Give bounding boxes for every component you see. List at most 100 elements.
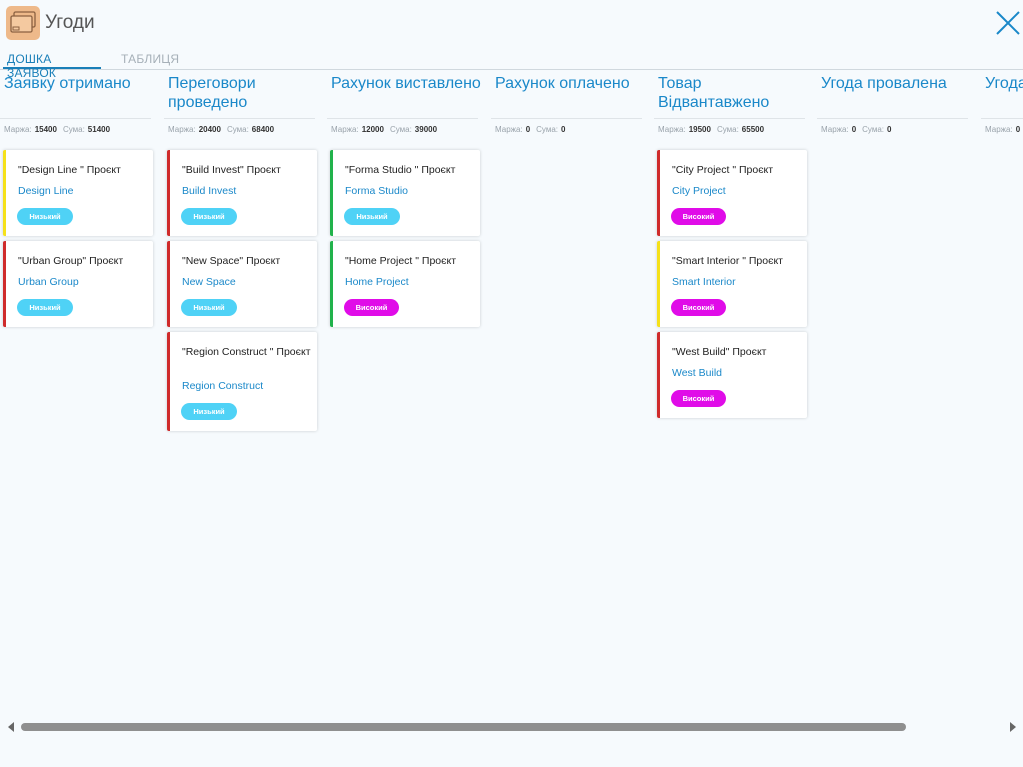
margin-label: Маржа: — [495, 125, 523, 134]
margin-value: 15400 — [34, 125, 57, 134]
scrollbar-thumb[interactable] — [21, 723, 906, 731]
deal-card[interactable]: "West Build" Проєкт West Build Високий — [657, 332, 807, 418]
card-company-link[interactable]: Forma Studio — [345, 185, 408, 197]
card-company-link[interactable]: Design Line — [18, 185, 73, 197]
priority-badge[interactable]: Низький — [17, 299, 73, 316]
horizontal-scrollbar[interactable] — [0, 716, 1023, 740]
margin-label: Маржа: — [658, 125, 686, 134]
column-divider — [327, 118, 478, 119]
margin-label: Маржа: — [821, 125, 849, 134]
page-title: Угоди — [45, 12, 95, 33]
column-title: Заявку отримано — [4, 75, 131, 92]
card-company-link[interactable]: Urban Group — [18, 276, 79, 288]
column-divider — [981, 118, 1023, 119]
column-title: Рахунок оплачено — [495, 75, 630, 92]
sum-value: 0 — [887, 125, 892, 134]
sum-label: Сума: — [226, 125, 249, 134]
margin-value: 0 — [851, 125, 857, 134]
sum-label: Сума: — [716, 125, 739, 134]
card-title: "Urban Group" Проєкт — [18, 255, 124, 267]
card-company-link[interactable]: Home Project — [345, 276, 409, 288]
priority-badge[interactable]: Низький — [181, 403, 237, 420]
margin-label: Маржа: — [985, 125, 1013, 134]
margin-label: Маржа: — [4, 125, 32, 134]
priority-badge[interactable]: Низький — [17, 208, 73, 225]
column-divider — [491, 118, 642, 119]
column: Заявку отримано Маржа: 15400 Сума: 51400 "Des… — [0, 70, 153, 710]
card-company-link[interactable]: New Space — [182, 276, 236, 288]
deal-card[interactable]: "Home Project " Проєкт Home Project Високи… — [330, 241, 480, 327]
sum-value: 0 — [561, 125, 566, 134]
column-stats: Маржа: 12000 Сума: 39000 — [331, 125, 443, 134]
card-title: "City Project " Проєкт — [672, 164, 774, 176]
priority-badge[interactable]: Низький — [181, 208, 237, 225]
card-title: "Home Project " Проєкт — [345, 255, 456, 267]
deal-card[interactable]: "Region Construct " Проєкт Region Constru… — [167, 332, 317, 431]
column: Угода провалена Маржа: 0 Сума: 0 — [817, 70, 968, 710]
folder-icon — [6, 6, 40, 40]
priority-badge[interactable]: Низький — [181, 299, 237, 316]
deal-card[interactable]: "Smart Interior " Проєкт Smart Interior Ви… — [657, 241, 807, 327]
margin-value: 20400 — [198, 125, 221, 134]
sum-value: 39000 — [414, 125, 438, 134]
deal-card[interactable]: "City Project " Проєкт City Project Високи… — [657, 150, 807, 236]
deal-card[interactable]: "Urban Group" Проєкт Urban Group Низький — [3, 241, 153, 327]
column-divider — [164, 118, 315, 119]
column-stats: Маржа:0Сума:0 — [821, 125, 897, 134]
sum-value: 65500 — [741, 125, 765, 134]
card-title: "Build Invest" Проєкт — [182, 164, 281, 176]
priority-badge[interactable]: Низький — [344, 208, 400, 225]
column-stats: Маржа: 20400 Сума: 68400 — [168, 125, 280, 134]
column-title: Угода провалена — [821, 75, 947, 92]
margin-value: 19500 — [688, 125, 711, 134]
priority-badge[interactable]: Високий — [671, 299, 726, 316]
deal-card[interactable]: "Forma Studio " Проєкт Forma Studio Низьки… — [330, 150, 480, 236]
column: Товар Відвантавжено Маржа: 19500 Сума: 65500… — [654, 70, 807, 710]
priority-badge[interactable]: Високий — [671, 208, 726, 225]
column: Угода завершена Маржа:0Сума:0 — [981, 70, 1023, 710]
column-title: Товар Відвантавжено — [658, 75, 770, 111]
scroll-right-arrow-icon[interactable] — [1010, 722, 1016, 732]
column-divider — [0, 118, 151, 119]
margin-label: Маржа: — [331, 125, 359, 134]
header: Угоди — [0, 0, 1023, 48]
sum-value: 68400 — [251, 125, 275, 134]
priority-badge[interactable]: Високий — [671, 390, 726, 407]
card-company-link[interactable]: Smart Interior — [672, 276, 736, 288]
column: Рахунок виставлено Маржа: 12000 Сума: 39000 "… — [327, 70, 481, 710]
sum-label: Сума: — [862, 125, 884, 134]
scroll-left-arrow-icon[interactable] — [8, 722, 14, 732]
tab-bar: ДОШКА ЗАЯВОК ТАБЛИЦЯ — [0, 50, 1023, 80]
card-company-link[interactable]: City Project — [672, 185, 726, 197]
column-stats: Маржа:0Сума:0 — [985, 125, 1023, 134]
tab-board[interactable]: ДОШКА ЗАЯВОК — [3, 52, 101, 80]
card-title: "Region Construct " Проєкт — [182, 346, 311, 358]
sum-label: Сума: — [536, 125, 558, 134]
card-company-link[interactable]: Region Construct — [182, 380, 263, 392]
card-company-link[interactable]: Build Invest — [182, 185, 236, 197]
column-divider — [817, 118, 968, 119]
column-title: Рахунок виставлено — [331, 75, 481, 92]
margin-value: 0 — [1015, 125, 1021, 134]
margin-value: 12000 — [361, 125, 384, 134]
deal-card[interactable]: "New Space" Проєкт New Space Низький — [167, 241, 317, 327]
card-company-link[interactable]: West Build — [672, 367, 722, 379]
tab-table[interactable]: ТАБЛИЦЯ — [121, 52, 179, 69]
card-title: "Smart Interior " Проєкт — [672, 255, 783, 267]
deal-card[interactable]: "Build Invest" Проєкт Build Invest Низький — [167, 150, 317, 236]
card-title: "Forma Studio " Проєкт — [345, 164, 456, 176]
deal-card[interactable]: "Design Line " Проєкт Design Line Низький — [3, 150, 153, 236]
sum-label: Сума: — [389, 125, 412, 134]
margin-label: Маржа: — [168, 125, 196, 134]
margin-value: 0 — [525, 125, 531, 134]
close-icon[interactable] — [994, 9, 1022, 37]
column: Переговори проведено Маржа: 20400 Сума: 6840… — [164, 70, 317, 710]
column-stats: Маржа: 19500 Сума: 65500 — [658, 125, 770, 134]
sum-label: Сума: — [62, 125, 85, 134]
card-title: "West Build" Проєкт — [672, 346, 767, 358]
column-title: Угода завершена — [985, 75, 1023, 92]
priority-badge[interactable]: Високий — [344, 299, 399, 316]
column-divider — [654, 118, 805, 119]
column-stats: Маржа:0Сума:0 — [495, 125, 571, 134]
close-button[interactable] — [994, 9, 1022, 37]
